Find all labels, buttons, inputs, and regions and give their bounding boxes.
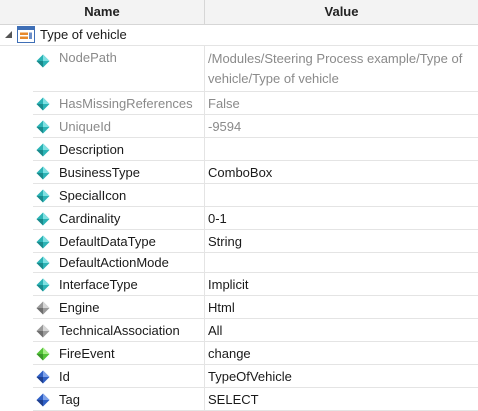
property-value[interactable]: Html <box>208 296 472 319</box>
property-row-uniqueid[interactable]: UniqueId -9594 <box>0 115 478 138</box>
teal-diamond-icon <box>36 166 50 180</box>
property-row-hasmissingreferences[interactable]: HasMissingReferences False <box>0 92 478 115</box>
teal-diamond-icon <box>36 212 50 226</box>
property-row-fireevent[interactable]: FireEvent change <box>0 342 478 365</box>
property-value[interactable]: TypeOfVehicle <box>208 365 472 388</box>
property-row-interfacetype[interactable]: InterfaceType Implicit <box>0 273 478 296</box>
property-row-nodepath[interactable]: NodePath/Modules/Steering Process exampl… <box>0 46 478 92</box>
property-value[interactable]: All <box>208 319 472 342</box>
tree-root-label: Type of vehicle <box>40 27 127 42</box>
property-name: NodePath <box>59 50 117 65</box>
teal-diamond-icon <box>36 120 50 134</box>
property-name: BusinessType <box>59 165 140 180</box>
property-row-description[interactable]: Description <box>0 138 478 161</box>
grid-header: Name Value <box>0 0 478 25</box>
property-name: SpecialIcon <box>59 188 127 203</box>
property-value: -9594 <box>208 119 242 134</box>
teal-diamond-icon <box>36 235 50 249</box>
property-grid: Name Value Type of vehicle NodePath/Modu… <box>0 0 478 411</box>
property-name: TechnicalAssociation <box>59 323 180 338</box>
teal-diamond-icon <box>36 143 50 157</box>
tree-root-row[interactable]: Type of vehicle <box>0 24 478 46</box>
teal-diamond-icon <box>36 97 50 111</box>
blue-diamond-icon <box>36 393 50 407</box>
name-column-header[interactable]: Name <box>0 0 204 24</box>
property-name: Cardinality <box>59 211 121 226</box>
property-name: Id <box>59 369 70 384</box>
property-value: False <box>208 96 240 111</box>
value-column-header[interactable]: Value <box>205 0 478 24</box>
property-row-specialicon[interactable]: SpecialIcon <box>0 184 478 207</box>
property-row-businesstype[interactable]: BusinessType ComboBox <box>0 161 478 184</box>
collapse-arrow-icon[interactable] <box>4 30 14 40</box>
property-name: HasMissingReferences <box>59 96 193 111</box>
property-name: InterfaceType <box>59 277 138 292</box>
green-diamond-icon <box>36 347 50 361</box>
property-row-tag[interactable]: Tag SELECT <box>0 388 478 411</box>
property-name: Engine <box>59 300 100 315</box>
gray-diamond-icon <box>36 301 50 315</box>
gray-diamond-icon <box>36 324 50 338</box>
property-value[interactable]: String <box>208 230 472 253</box>
blue-diamond-icon <box>36 370 50 384</box>
property-name: Tag <box>59 392 80 407</box>
property-row-technicalassociation[interactable]: TechnicalAssociation All <box>0 319 478 342</box>
property-row-engine[interactable]: Engine Html <box>0 296 478 319</box>
property-value[interactable]: ComboBox <box>208 161 472 184</box>
property-value: /Modules/Steering Process example/Type o… <box>208 51 463 86</box>
property-row-cardinality[interactable]: Cardinality 0-1 <box>0 207 478 230</box>
property-name: DefaultActionMode <box>59 255 169 270</box>
property-value[interactable]: Implicit <box>208 273 472 296</box>
property-row-defaultactionmode[interactable]: DefaultActionMode <box>0 253 478 273</box>
teal-diamond-icon <box>36 256 50 270</box>
property-row-defaultdatatype[interactable]: DefaultDataType String <box>0 230 478 253</box>
teal-diamond-icon <box>36 278 50 292</box>
property-name: UniqueId <box>59 119 112 134</box>
teal-diamond-icon <box>36 54 50 68</box>
form-element-icon <box>17 26 35 43</box>
property-value[interactable]: change <box>208 342 472 365</box>
property-value[interactable]: SELECT <box>208 388 472 411</box>
property-name: Description <box>59 142 125 157</box>
property-name: DefaultDataType <box>59 234 156 249</box>
teal-diamond-icon <box>36 189 50 203</box>
property-row-id[interactable]: Id TypeOfVehicle <box>0 365 478 388</box>
property-name: FireEvent <box>59 346 115 361</box>
property-value[interactable]: 0-1 <box>208 207 472 230</box>
